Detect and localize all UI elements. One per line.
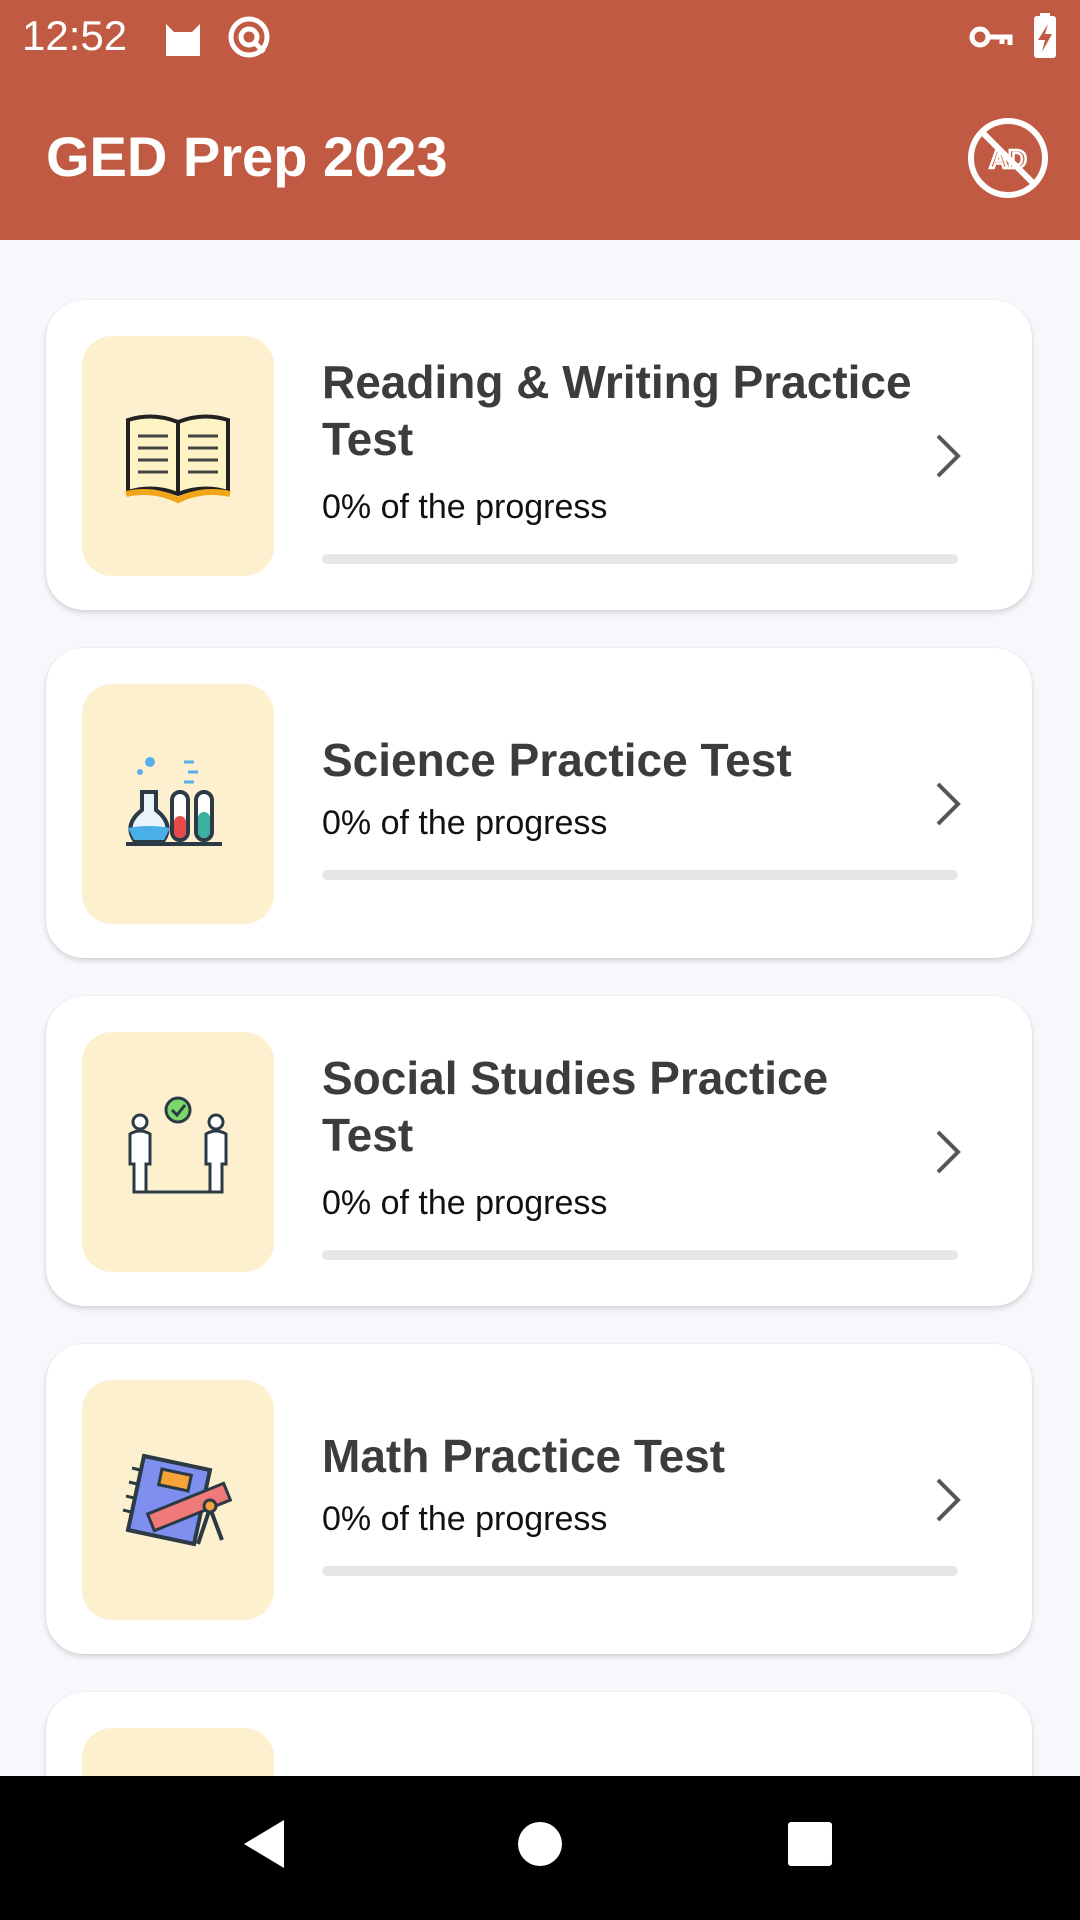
test-card-partial[interactable] bbox=[46, 1692, 1032, 1776]
status-time: 12:52 bbox=[22, 12, 128, 59]
system-nav-bar bbox=[0, 1776, 1080, 1920]
recents-icon[interactable] bbox=[786, 1816, 834, 1872]
progress-bar bbox=[322, 870, 958, 880]
test-title: Reading & Writing Practice Test bbox=[322, 356, 912, 465]
test-list: Reading & Writing Practice Test 0% of th… bbox=[0, 240, 1080, 1776]
test-icon-tile bbox=[82, 336, 274, 576]
test-icon-tile bbox=[82, 1380, 274, 1620]
test-icon-tile bbox=[82, 1728, 274, 1776]
svg-text:AD: AD bbox=[989, 144, 1027, 174]
page-title: GED Prep 2023 bbox=[46, 125, 448, 188]
open-book-icon bbox=[125, 414, 231, 504]
chevron-right-icon bbox=[936, 1478, 961, 1522]
progress-bar bbox=[322, 1566, 958, 1576]
test-title: Math Practice Test bbox=[322, 1430, 726, 1482]
people-check-icon bbox=[128, 1096, 228, 1194]
progress-label: 0% of the progress bbox=[322, 488, 608, 526]
chevron-right-icon bbox=[936, 434, 961, 478]
battery-charging-icon bbox=[1034, 13, 1056, 58]
at-sync-icon bbox=[228, 16, 270, 58]
home-icon[interactable] bbox=[516, 1816, 564, 1872]
test-card-social-studies[interactable]: Social Studies Practice Test 0% of the p… bbox=[46, 996, 1032, 1306]
chevron-right-icon bbox=[936, 1130, 961, 1174]
notebook-ruler-compass-icon bbox=[122, 1453, 233, 1547]
progress-label: 0% of the progress bbox=[322, 804, 608, 842]
test-card-science[interactable]: Science Practice Test 0% of the progress bbox=[46, 648, 1032, 958]
key-icon bbox=[969, 26, 1013, 48]
no-ads-button[interactable]: AD bbox=[966, 116, 1050, 200]
progress-label: 0% of the progress bbox=[322, 1184, 608, 1222]
test-card-math[interactable]: Math Practice Test 0% of the progress bbox=[46, 1344, 1032, 1654]
test-title: Science Practice Test bbox=[322, 734, 792, 786]
status-bar: 12:52 bbox=[0, 0, 1080, 72]
progress-bar bbox=[322, 1250, 958, 1260]
app-bar: GED Prep 2023 AD bbox=[0, 72, 1080, 240]
progress-bar bbox=[322, 554, 958, 564]
chevron-right-icon bbox=[936, 782, 961, 826]
lab-flasks-icon bbox=[126, 757, 222, 846]
test-icon-tile bbox=[82, 684, 274, 924]
test-title: Social Studies Practice Test bbox=[322, 1052, 829, 1161]
test-card-reading-writing[interactable]: Reading & Writing Practice Test 0% of th… bbox=[46, 300, 1032, 610]
cat-icon bbox=[166, 24, 200, 56]
progress-label: 0% of the progress bbox=[322, 1500, 608, 1538]
back-icon[interactable] bbox=[240, 1816, 290, 1872]
test-icon-tile bbox=[82, 1032, 274, 1272]
